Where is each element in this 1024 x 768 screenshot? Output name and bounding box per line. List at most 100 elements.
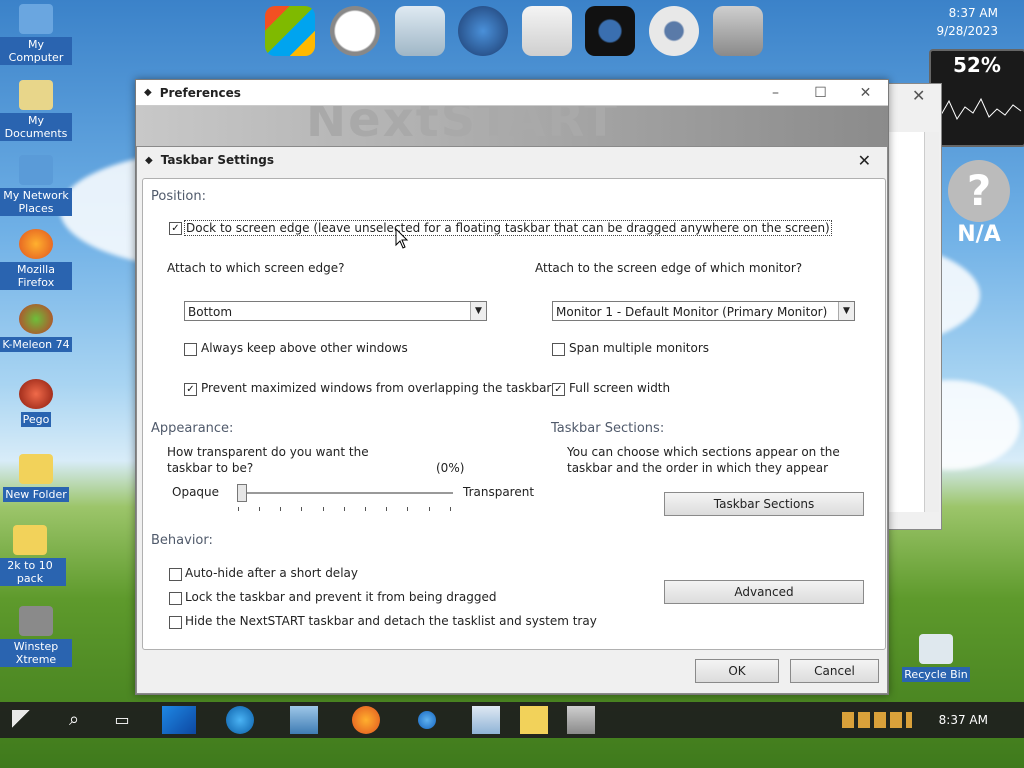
taskbar-sections-heading: Taskbar Sections: — [551, 421, 665, 436]
slider-tick — [301, 507, 302, 511]
background-window: ✕ — [887, 83, 942, 530]
full-width-checkbox[interactable]: ✓ — [552, 383, 565, 396]
task-view-icon[interactable]: ▭ — [108, 706, 136, 734]
camera-icon[interactable] — [585, 6, 635, 56]
desktop-icon-label: Pego — [20, 412, 52, 427]
chevron-down-icon[interactable]: ▼ — [470, 302, 486, 320]
preferences-titlebar[interactable]: ◆ Preferences – ☐ ✕ — [136, 80, 888, 106]
close-icon[interactable]: ✕ — [912, 86, 925, 105]
dialog-titlebar[interactable]: ◆ Taskbar Settings ✕ — [137, 147, 887, 173]
preferences-title: Preferences — [159, 85, 241, 100]
close-icon[interactable]: ✕ — [858, 151, 871, 170]
internet-explorer-icon[interactable] — [226, 706, 254, 734]
span-monitors-label[interactable]: Span multiple monitors — [569, 341, 709, 355]
unknown-weather-icon: ? — [948, 160, 1010, 222]
folder-icon — [19, 454, 53, 484]
transparency-question-line1: How transparent do you want the — [167, 445, 369, 459]
recycle-bin-icon[interactable] — [395, 6, 445, 56]
windows-logo-icon[interactable] — [162, 706, 196, 734]
lock-taskbar-checkbox[interactable] — [169, 592, 182, 605]
slider-tick — [450, 507, 451, 511]
cancel-button[interactable]: Cancel — [790, 659, 879, 683]
transparent-label: Transparent — [463, 485, 535, 499]
slider-tick — [365, 507, 366, 511]
appearance-heading: Appearance: — [151, 421, 234, 436]
desktop-icon-label: Mozilla Firefox — [0, 262, 72, 290]
desktop-icon-pego[interactable]: Pego — [0, 379, 72, 427]
minimize-icon[interactable]: – — [753, 85, 798, 101]
monitor-select[interactable]: Monitor 1 - Default Monitor (Primary Mon… — [552, 301, 855, 321]
network-icon — [19, 155, 53, 185]
attach-edge-label: Attach to which screen edge? — [167, 261, 345, 275]
span-monitors-checkbox[interactable] — [552, 343, 565, 356]
position-heading: Position: — [151, 189, 206, 204]
slider-tick — [344, 507, 345, 511]
desktop-icon-winstep[interactable]: Winstep Xtreme — [0, 606, 72, 667]
hide-taskbar-checkbox[interactable] — [169, 616, 182, 629]
scrollbar[interactable] — [925, 132, 939, 512]
folder-icon[interactable] — [520, 706, 548, 734]
maximize-icon[interactable]: ☐ — [798, 85, 843, 101]
transparency-slider-thumb[interactable] — [237, 484, 247, 502]
disk-icon[interactable] — [649, 6, 699, 56]
full-width-label[interactable]: Full screen width — [569, 381, 670, 395]
control-panel-icon[interactable] — [290, 706, 318, 734]
winstep-icon — [19, 606, 53, 636]
start-button[interactable] — [12, 710, 32, 730]
pego-icon — [19, 379, 53, 409]
desktop-clock-time: 8:37 AM — [948, 6, 998, 20]
dock-label[interactable]: Dock to screen edge (leave unselected fo… — [184, 220, 832, 236]
desktop-icon-recycle-bin[interactable]: Recycle Bin — [900, 634, 972, 682]
desktop-icon-k-meleon[interactable]: K-Meleon 74 — [0, 304, 72, 352]
desktop-icon-2k-to-10-pack[interactable]: 2k to 10 pack — [0, 525, 66, 586]
screen-edge-select[interactable]: Bottom ▼ — [184, 301, 487, 321]
behavior-heading: Behavior: — [151, 533, 213, 548]
nextstart-icon[interactable] — [567, 706, 595, 734]
control-panel-icon[interactable] — [713, 6, 763, 56]
globe-icon[interactable] — [458, 6, 508, 56]
desktop-icon-my-computer[interactable]: My Computer — [0, 4, 72, 65]
taskbar-sections-desc-line2: taskbar and the order in which they appe… — [567, 461, 829, 475]
autohide-label[interactable]: Auto-hide after a short delay — [185, 566, 358, 580]
taskbar-clock[interactable]: 8:37 AM — [939, 713, 988, 727]
search-icon[interactable]: ⌕ — [60, 706, 88, 734]
autohide-checkbox[interactable] — [169, 568, 182, 581]
desktop-icon-my-documents[interactable]: My Documents — [0, 80, 72, 141]
hide-taskbar-label[interactable]: Hide the NextSTART taskbar and detach th… — [185, 614, 597, 628]
folder-icon — [13, 525, 47, 555]
prevent-overlap-label[interactable]: Prevent maximized windows from overlappi… — [201, 381, 551, 395]
taskbar-sections-button[interactable]: Taskbar Sections — [664, 492, 864, 516]
always-above-checkbox[interactable] — [184, 343, 197, 356]
slider-tick — [429, 507, 430, 511]
notepad-icon[interactable] — [472, 706, 500, 734]
clock-icon[interactable] — [330, 6, 380, 56]
desktop-icon-network-places[interactable]: My Network Places — [0, 155, 72, 216]
desktop-icon-label: My Computer — [0, 37, 72, 65]
prevent-overlap-checkbox[interactable]: ✓ — [184, 383, 197, 396]
slider-tick — [386, 507, 387, 511]
desktop-icon-firefox[interactable]: Mozilla Firefox — [0, 229, 72, 290]
always-above-label[interactable]: Always keep above other windows — [201, 341, 408, 355]
ok-button[interactable]: OK — [695, 659, 779, 683]
settings-panel: Position: ✓ Dock to screen edge (leave u… — [142, 178, 886, 650]
mail-icon[interactable] — [522, 6, 572, 56]
desktop-icon-label: Winstep Xtreme — [0, 639, 72, 667]
firefox-icon[interactable] — [352, 706, 380, 734]
chevron-down-icon[interactable]: ▼ — [838, 302, 854, 320]
desktop-icon-new-folder[interactable]: New Folder — [0, 454, 72, 502]
screen-edge-value: Bottom — [188, 305, 233, 319]
system-tray-icons[interactable] — [842, 712, 912, 728]
windows-logo-icon[interactable] — [265, 6, 315, 56]
dock-checkbox[interactable]: ✓ — [169, 222, 182, 235]
transparency-slider-track[interactable] — [237, 492, 453, 495]
taskbar-sections-desc-line1: You can choose which sections appear on … — [567, 445, 840, 459]
advanced-button[interactable]: Advanced — [664, 580, 864, 604]
lock-taskbar-label[interactable]: Lock the taskbar and prevent it from bei… — [185, 590, 496, 604]
computer-icon — [19, 4, 53, 34]
globe-icon[interactable] — [418, 711, 436, 729]
mouse-cursor-icon — [395, 228, 409, 249]
taskbar: ⌕ ▭ 8:37 AM — [0, 702, 1024, 738]
close-icon[interactable]: ✕ — [843, 85, 888, 101]
transparency-value: (0%) — [436, 461, 465, 475]
cpu-graph — [932, 97, 1022, 121]
